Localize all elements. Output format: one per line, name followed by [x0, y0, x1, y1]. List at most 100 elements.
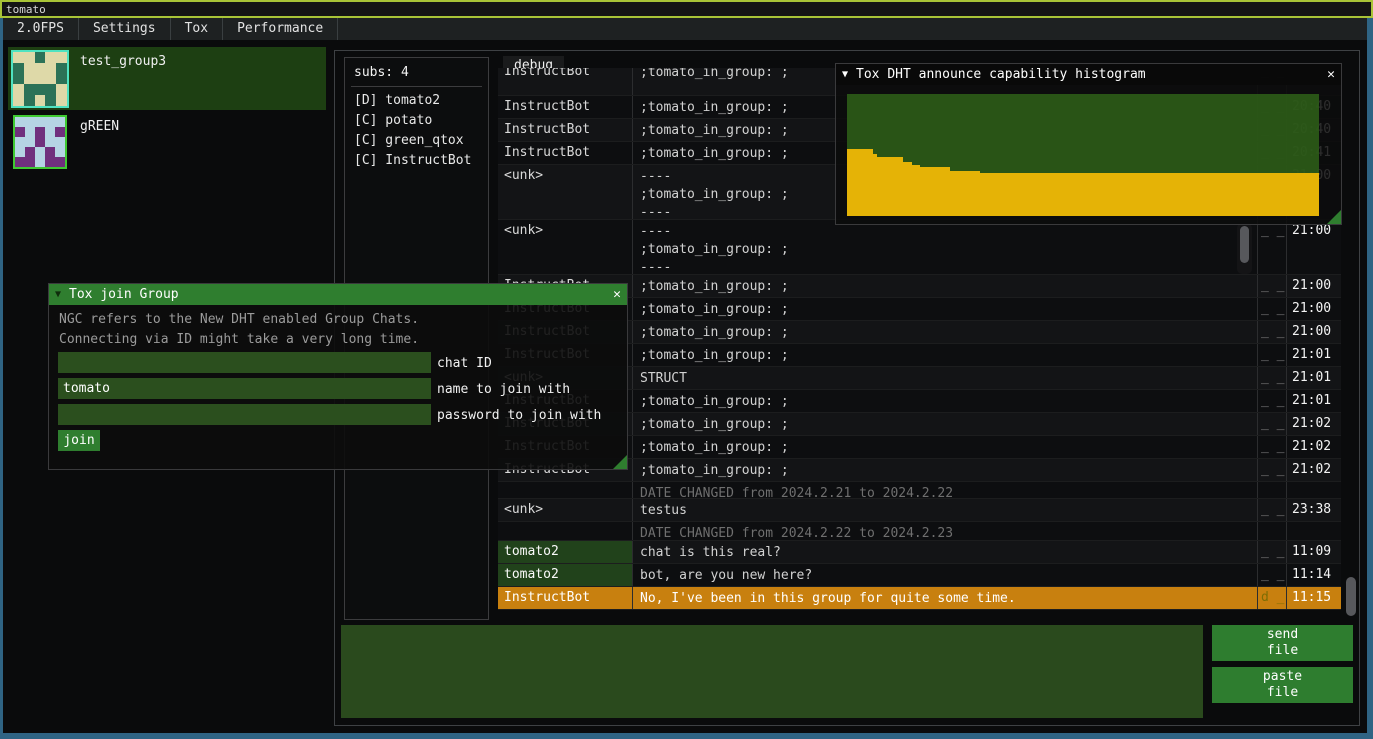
delivery-flags-cell-text: _ _	[1261, 324, 1284, 339]
date-changed-cell: DATE CHANGED from 2024.2.22 to 2024.2.23	[632, 522, 1257, 540]
message-cell: ;tomato_in_group: ;	[632, 275, 1257, 297]
avatar-pixel	[15, 147, 25, 157]
join-group-window: ▼ Tox join Group ✕ NGC refers to the New…	[48, 283, 628, 470]
timestamp-cell-text: 21:00	[1292, 278, 1331, 293]
delivery-flags-cell-text: d _	[1261, 590, 1284, 605]
join-button[interactable]: join	[58, 430, 100, 451]
avatar-pixel	[56, 52, 67, 63]
dht-capability-histogram-plot	[847, 94, 1319, 216]
chat-message-row[interactable]: <unk>testus_ _23:38	[498, 499, 1341, 522]
subs-count-label: subs: 4	[354, 65, 409, 80]
date-changed-cell-text: DATE CHANGED from 2024.2.22 to 2024.2.23	[640, 526, 953, 541]
message-cell-text: No, I've been in this group for quite so…	[640, 591, 1016, 606]
group-avatar	[11, 50, 69, 108]
join-description-line2: Connecting via ID might take a very long…	[59, 332, 419, 347]
delivery-flags-cell-text: _ _	[1261, 439, 1284, 454]
dht-histogram-titlebar[interactable]: ▼ Tox DHT announce capability histogram …	[836, 64, 1341, 85]
avatar-pixel	[45, 95, 56, 106]
timestamp-cell-text: 23:38	[1292, 502, 1331, 517]
message-cell-text: ;tomato_in_group: ;	[640, 279, 789, 294]
collapse-icon[interactable]: ▼	[842, 69, 848, 80]
message-cell: ;tomato_in_group: ;	[632, 436, 1257, 458]
menu-item-settings[interactable]: Settings	[79, 18, 171, 40]
delivery-flags-cell: _ _	[1257, 344, 1286, 366]
join-name-field[interactable]	[58, 378, 431, 399]
delivery-flags-cell-text: _ _	[1261, 223, 1284, 238]
avatar-pixel	[45, 52, 56, 63]
menu-item-performance[interactable]: Performance	[223, 18, 338, 40]
avatar-pixel	[45, 84, 56, 95]
send-file-line1: send	[1212, 627, 1353, 643]
sender-name-cell: tomato2	[498, 541, 632, 563]
message-cell-text: chat is this real?	[640, 545, 781, 560]
chat-message-row[interactable]: tomato2bot, are you new here?_ _11:14	[498, 564, 1341, 587]
app-border-bottom	[0, 733, 1373, 739]
message-cell-scrollbar-track[interactable]	[1237, 223, 1252, 274]
timestamp-cell-text: 21:01	[1292, 393, 1331, 408]
avatar-pixel	[55, 127, 65, 137]
histogram-bar	[903, 162, 912, 216]
chat-message-row[interactable]: tomato2 chat is this real? _ _11:09	[498, 541, 1341, 564]
avatar-pixel	[35, 147, 45, 157]
message-cell: ;tomato_in_group: ;	[632, 390, 1257, 412]
message-cell: ---- ;tomato_in_group: ; ----	[632, 220, 1257, 274]
member-row[interactable]: [C] potato	[354, 113, 432, 128]
join-group-titlebar[interactable]: ▼ Tox join Group ✕	[49, 284, 627, 305]
avatar-pixel	[15, 117, 25, 127]
chat-message-row[interactable]: InstructBotNo, I've been in this group f…	[498, 587, 1341, 610]
message-cell-text: ;tomato_in_group: ;	[640, 123, 789, 138]
menu-item-fps[interactable]: 2.0FPS	[3, 18, 79, 40]
date-separator-row: DATE CHANGED from 2024.2.21 to 2024.2.22	[498, 482, 1341, 499]
window-title: Tox DHT announce capability histogram	[856, 67, 1146, 82]
dht-histogram-window: ▼ Tox DHT announce capability histogram …	[835, 63, 1342, 225]
resize-grip-icon[interactable]	[1327, 210, 1341, 224]
timestamp-cell: 21:02	[1286, 413, 1341, 435]
member-row[interactable]: [C] InstructBot	[354, 153, 471, 168]
timestamp-cell: 11:09	[1286, 541, 1341, 563]
message-cell-text: ---- ;tomato_in_group: ; ----	[640, 169, 789, 220]
histogram-bar	[912, 165, 920, 216]
contact-row-test-group3[interactable]: test_group3	[8, 47, 326, 110]
delivery-flags-cell: _ _	[1257, 564, 1286, 586]
delivery-flags-cell-text: _ _	[1261, 278, 1284, 293]
send-file-button[interactable]: send file	[1212, 625, 1353, 661]
close-icon[interactable]: ✕	[613, 287, 621, 302]
avatar-pixel	[15, 157, 25, 167]
collapse-icon[interactable]: ▼	[55, 289, 61, 300]
timestamp-cell	[1286, 482, 1341, 498]
message-cell: testus	[632, 499, 1257, 521]
timestamp-cell: 21:00	[1286, 321, 1341, 343]
sender-name-cell: InstructBot	[498, 142, 632, 164]
message-cell-scrollbar-thumb[interactable]	[1240, 226, 1249, 263]
avatar-pixel	[24, 74, 35, 85]
member-row[interactable]: [D] tomato2	[354, 93, 440, 108]
delivery-flags-cell-text: _ _	[1261, 462, 1284, 477]
menu-item-tox[interactable]: Tox	[171, 18, 223, 40]
timestamp-cell-text: 21:00	[1292, 324, 1331, 339]
avatar-pixel	[35, 63, 46, 74]
delivery-flags-cell: _ _	[1257, 367, 1286, 389]
delivery-flags-cell: _ _	[1257, 499, 1286, 521]
message-input[interactable]	[341, 625, 1203, 718]
chat-message-row[interactable]: <unk>---- ;tomato_in_group: ; ----_ _21:…	[498, 220, 1341, 275]
chat-id-field[interactable]	[58, 352, 431, 373]
timestamp-cell: 11:14	[1286, 564, 1341, 586]
paste-file-button[interactable]: paste file	[1212, 667, 1353, 703]
close-icon[interactable]: ✕	[1327, 67, 1335, 82]
resize-grip-icon[interactable]	[613, 455, 627, 469]
delivery-flags-cell	[1257, 522, 1286, 540]
date-changed-cell-text: DATE CHANGED from 2024.2.21 to 2024.2.22	[640, 486, 953, 499]
join-password-field[interactable]	[58, 404, 431, 425]
contact-row-green[interactable]: gREEN	[8, 112, 326, 175]
timestamp-cell-text: 11:14	[1292, 567, 1331, 582]
delivery-flags-cell-text: _ _	[1261, 544, 1284, 559]
timestamp-cell-text: 21:00	[1292, 223, 1331, 238]
delivery-flags-cell: _ _	[1257, 298, 1286, 320]
message-cell-text: ;tomato_in_group: ;	[640, 463, 789, 478]
member-row[interactable]: [C] green_qtox	[354, 133, 464, 148]
message-cell: chat is this real?	[632, 541, 1257, 563]
message-cell-text: ;tomato_in_group: ;	[640, 440, 789, 455]
delivery-flags-cell: _ _	[1257, 275, 1286, 297]
chat-scrollbar-thumb[interactable]	[1346, 577, 1356, 616]
join-name-label: name to join with	[437, 382, 570, 397]
